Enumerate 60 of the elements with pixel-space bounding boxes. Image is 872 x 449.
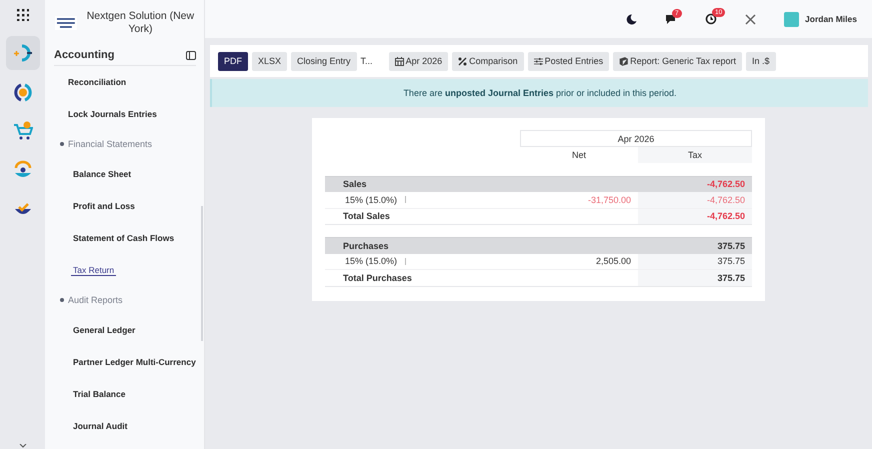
clock-icon[interactable] [705,13,718,25]
tax-cell: -4,762.50 [638,208,752,224]
company-name: Nextgen Solution (New York) [86,10,196,36]
coin-cycle-icon [12,82,32,102]
row-label: Total Sales [342,211,391,222]
sidebar-toggle-icon[interactable] [186,50,196,60]
toolbar-button[interactable]: Comparison [452,52,524,70]
row-label: Purchases [342,240,390,251]
menu-item[interactable]: Partner Ledger Multi-Currency [71,357,198,367]
tax-cell: -4,762.50 [638,192,752,208]
user-name[interactable]: Jordan Miles [805,14,857,24]
toolbar-button[interactable]: In .$ [746,52,776,70]
truncated-label: T... [360,56,373,66]
menu-item[interactable]: General Ledger [71,325,138,335]
app-grid-icon[interactable] [16,9,28,21]
toolbar-button[interactable]: Apr 2026 [388,52,448,70]
row-label: Total Purchases [342,272,413,283]
period-header: Apr 2026 [520,130,752,147]
menu-item[interactable]: Journal Audit [71,421,130,431]
net-cell-text: -31,750.00 [586,194,632,205]
column-header: Net [570,150,587,160]
sliders-icon [534,56,543,66]
menu-item[interactable]: Tax Return [71,264,116,276]
line-handle-icon[interactable] [405,258,406,265]
menu-item[interactable]: Lock Journals Entries [66,109,159,119]
tax-cell: 375.75 [638,254,752,269]
line-handle-icon[interactable] [405,196,406,204]
person-circle-icon [12,160,32,180]
bullet-icon [60,142,64,146]
app-title: Accounting [54,49,114,61]
alert-message: There are unposted Journal Entries prior or included in this period. [403,88,677,98]
tax-cell: 375.75 [638,270,752,286]
menu-item[interactable]: Reconciliation [66,77,128,87]
tax-cell-text: 375.75 [716,240,746,253]
chevron-down-icon[interactable] [19,444,27,449]
net-cell-text: 2,505.00 [594,256,632,266]
menu-item[interactable]: Profit and Loss [71,201,137,211]
plus-minus-icon [12,43,32,63]
column-header: Tax [638,147,752,162]
row-label: 15% (15.0%) [345,256,398,266]
toolbar-button[interactable]: XLSX [252,52,288,70]
toolbar-button[interactable]: PDF [218,52,248,70]
percent-icon [458,56,468,66]
toolbar-button[interactable]: Closing Entry [291,52,357,70]
menu-section-label: Financial Statements [68,139,152,149]
menu-item[interactable]: Balance Sheet [71,169,134,179]
menu-section-label: Audit Reports [68,295,123,305]
company-logo [55,16,77,30]
toolbar-button[interactable]: Report: Generic Tax report [613,52,742,70]
toolbar-button[interactable]: Posted Entries [528,52,610,70]
cart-icon [12,121,32,141]
row-label: Sales [342,179,368,190]
bullet-icon [60,298,64,302]
menu-item[interactable]: Trial Balance [71,389,128,399]
row-label: 15% (15.0%) [345,194,398,205]
tax-cell-text: -4,762.50 [706,178,746,192]
calendar-icon [394,56,404,66]
moon-icon[interactable] [626,14,638,24]
menu-item[interactable]: Statement of Cash Flows [71,233,176,243]
chat-icon[interactable] [665,14,678,24]
